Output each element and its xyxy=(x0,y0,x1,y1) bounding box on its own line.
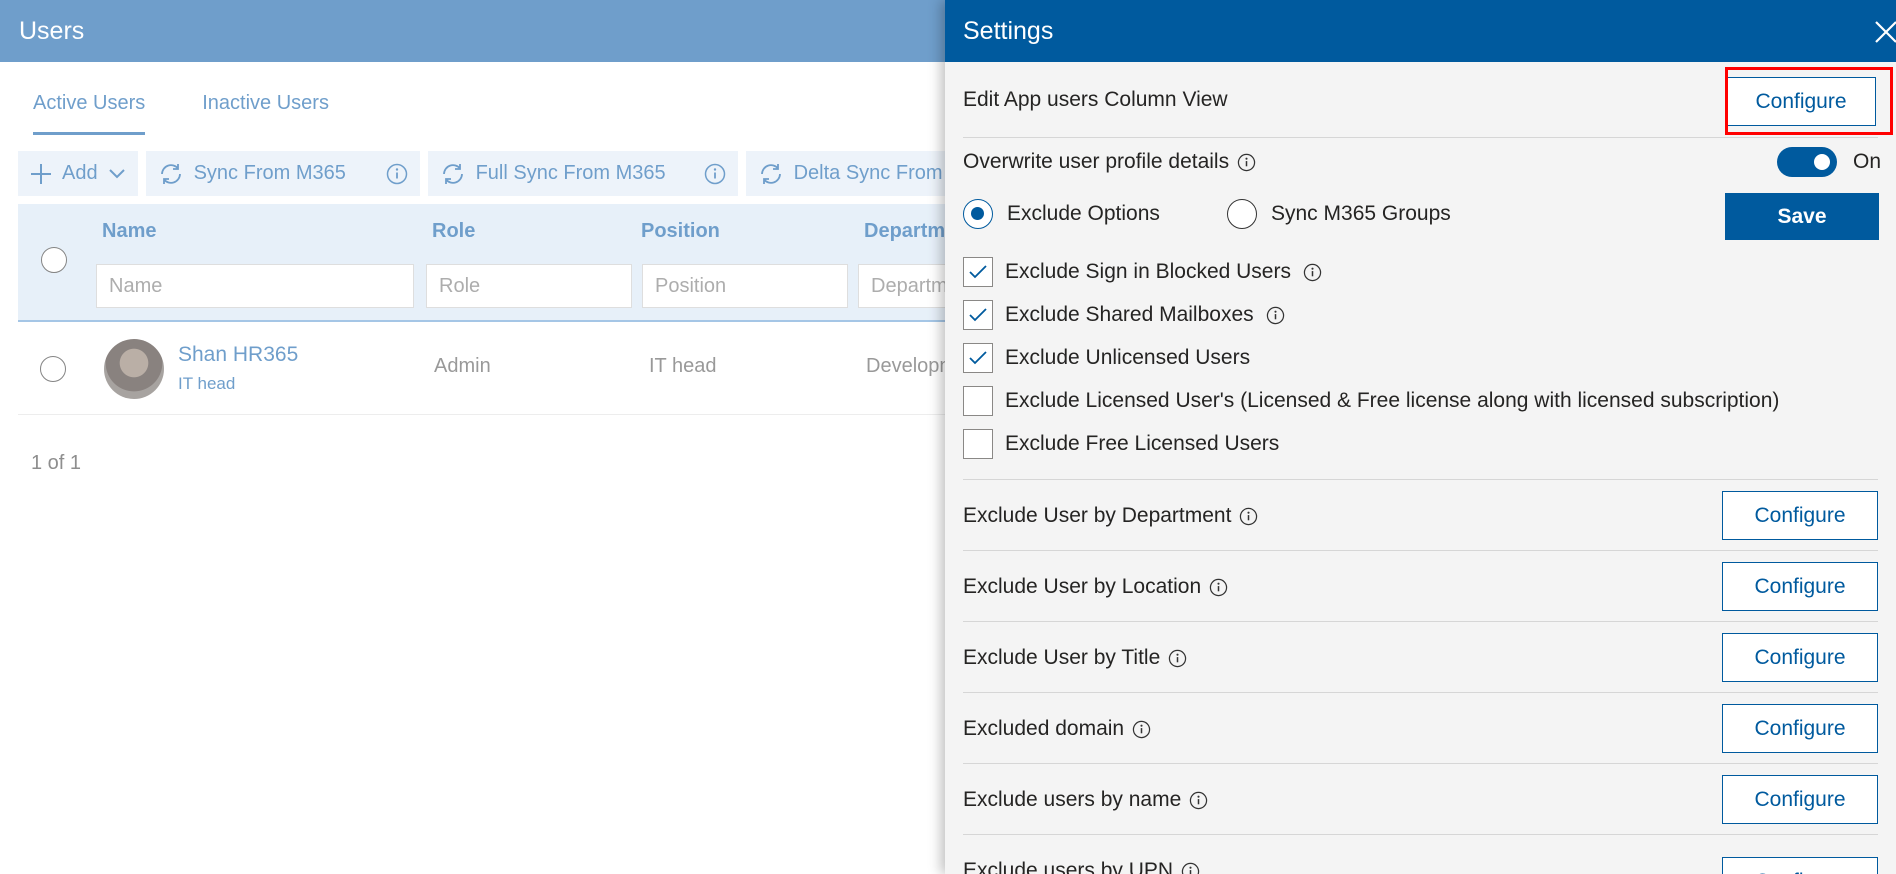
save-button[interactable]: Save xyxy=(1725,193,1879,240)
excluded-domain-label: Excluded domain xyxy=(963,717,1125,740)
edit-column-view-row: Edit App users Column View Configure xyxy=(963,62,1878,138)
exclude-shared-mailboxes-checkbox[interactable]: Exclude Shared Mailboxes xyxy=(963,300,1285,330)
info-icon xyxy=(1266,306,1284,324)
exclude-unlicensed-users-checkbox[interactable]: Exclude Unlicensed Users xyxy=(963,343,1250,373)
checkbox-checked xyxy=(963,300,993,330)
exclude-users-by-name-configure-button[interactable]: Configure xyxy=(1722,775,1878,824)
exclude-by-department-configure-button[interactable]: Configure xyxy=(1722,491,1878,540)
checkbox-unchecked xyxy=(963,386,993,416)
info-icon xyxy=(1303,263,1322,281)
excluded-domain-configure-button[interactable]: Configure xyxy=(1722,704,1878,753)
exclude-by-title-label: Exclude User by Title xyxy=(963,646,1161,669)
excluded-domain-row: Excluded domain Configure xyxy=(963,693,1878,764)
exclude-free-licensed-users-checkbox[interactable]: Exclude Free Licensed Users xyxy=(963,429,1279,459)
checkbox-unchecked xyxy=(963,429,993,459)
toggle-state-label: On xyxy=(1853,150,1882,173)
close-icon[interactable] xyxy=(1872,18,1896,46)
edit-column-view-configure-button[interactable]: Configure xyxy=(1726,77,1876,126)
checkbox-checked xyxy=(963,257,993,287)
checkbox-checked xyxy=(963,343,993,373)
exclude-by-location-configure-button[interactable]: Configure xyxy=(1722,562,1878,611)
exclude-by-location-label: Exclude User by Location xyxy=(963,575,1202,598)
exclude-users-by-name-label: Exclude users by name xyxy=(963,788,1182,811)
exclude-by-title-row: Exclude User by Title Configure xyxy=(963,622,1878,693)
info-icon xyxy=(1169,649,1187,667)
exclude-users-by-name-row: Exclude users by name Configure xyxy=(963,764,1878,835)
info-icon xyxy=(1190,791,1208,809)
checkmark-icon xyxy=(969,308,987,322)
radio-unselected xyxy=(1227,199,1257,229)
exclude-users-by-upn-label: Exclude users by UPN xyxy=(963,859,1174,874)
overwrite-profile-label: Overwrite user profile details xyxy=(963,150,1230,173)
info-icon xyxy=(1132,720,1151,738)
info-icon xyxy=(1240,507,1258,525)
exclude-options-radio[interactable]: Exclude Options xyxy=(963,199,1160,229)
info-icon xyxy=(1237,153,1256,171)
exclude-sign-in-blocked-checkbox[interactable]: Exclude Sign in Blocked Users xyxy=(963,257,1322,287)
settings-header: Settings xyxy=(945,0,1896,62)
info-icon xyxy=(1181,862,1200,874)
exclude-users-by-upn-configure-button[interactable]: Configure xyxy=(1722,857,1878,874)
exclude-by-department-label: Exclude User by Department xyxy=(963,504,1232,527)
exclude-by-location-row: Exclude User by Location Configure xyxy=(963,551,1878,622)
exclude-by-department-row: Exclude User by Department Configure xyxy=(963,480,1878,551)
info-icon xyxy=(1209,578,1228,596)
checkmark-icon xyxy=(969,265,987,279)
sync-m365-groups-radio[interactable]: Sync M365 Groups xyxy=(1227,199,1451,229)
overwrite-profile-toggle[interactable] xyxy=(1777,147,1837,177)
exclude-users-by-upn-row: Exclude users by UPN Configure xyxy=(963,835,1878,874)
edit-column-view-label: Edit App users Column View xyxy=(963,88,1228,111)
exclude-by-title-configure-button[interactable]: Configure xyxy=(1722,633,1878,682)
settings-title: Settings xyxy=(963,17,1054,45)
checkmark-icon xyxy=(969,351,987,365)
radio-selected xyxy=(963,199,993,229)
exclude-licensed-users-checkbox[interactable]: Exclude Licensed User's (Licensed & Free… xyxy=(963,386,1779,416)
panel-overlay[interactable] xyxy=(0,0,945,874)
